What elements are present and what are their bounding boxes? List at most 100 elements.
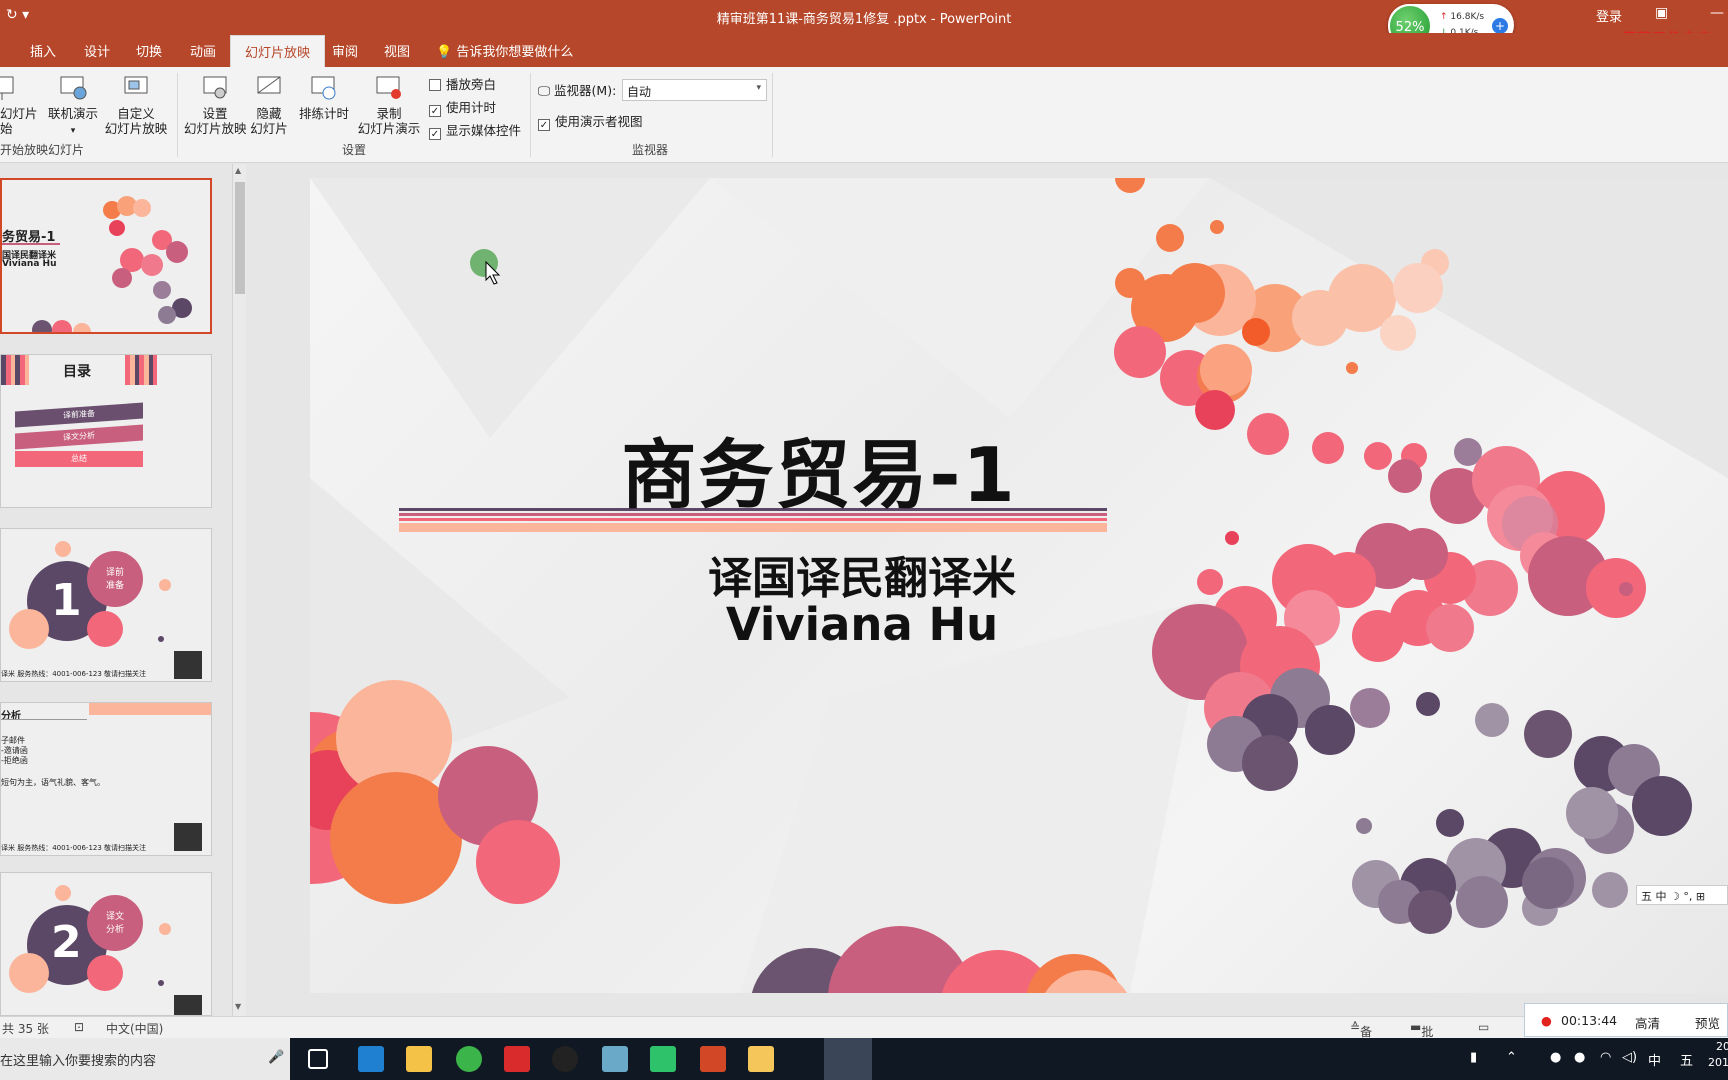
scrollbar-thumb[interactable] [235, 182, 245, 294]
screen-recorder-icon[interactable] [824, 1038, 872, 1080]
scroll-down-icon[interactable]: ▼ [235, 1002, 241, 1011]
slide-subtitle[interactable]: 译国译民翻译米 [310, 542, 1414, 606]
tray-app-icon[interactable]: ● [1574, 1050, 1585, 1065]
tray-language[interactable]: 中 [1648, 1050, 1661, 1069]
status-bar: 共 35 张 ⊡ 中文(中国) ≙ 备注 ▬ 批注 ▭ [0, 1016, 1728, 1056]
group-start-label: 开始放映幻灯片 [0, 143, 85, 157]
slide-thumbnail-3[interactable]: 1 译前 准备 译米 服务热线：4001-006-123 敬请扫描关注 [0, 528, 212, 682]
thumb-2-title: 目录 [63, 364, 91, 380]
clock-bottom[interactable]: 201 [1708, 1056, 1728, 1069]
rehearse-timings-button[interactable]: 排练计时 [296, 73, 352, 121]
hd-button[interactable]: 高清 [1635, 1013, 1660, 1032]
online-present-button[interactable]: 联机演示 ▾ [46, 73, 100, 139]
minimize-icon[interactable]: — [1710, 5, 1724, 21]
slide-title[interactable]: 商务贸易-1 [310, 414, 1328, 523]
normal-view-icon[interactable]: ▭ [1478, 1020, 1489, 1034]
slide-canvas[interactable]: 商务贸易-1 译国译民翻译米 Viviana Hu [310, 178, 1728, 993]
from-beginning-button[interactable]: 幻灯片 始 [0, 73, 38, 136]
setup-slideshow-button[interactable]: 设置 幻灯片放映 [184, 73, 247, 136]
thumbnail-scrollbar[interactable]: ▲ ▼ [232, 164, 246, 1016]
online-present-icon [60, 76, 87, 100]
notes-button[interactable]: ≙ 备注 [1350, 1020, 1372, 1056]
chevron-down-icon: ▾ [756, 83, 761, 93]
language-status[interactable]: 中文(中国) [106, 1020, 163, 1037]
slide-author[interactable]: Viviana Hu [310, 598, 1414, 651]
thumb-2-item: 译前准备 [15, 402, 143, 428]
presenter-view-checkbox[interactable]: ✓ 使用演示者视图 [538, 111, 643, 131]
thumb-3-number: 1 [51, 575, 82, 626]
thumb-5-label: 译文 分析 [105, 912, 124, 935]
thumb-4-line: 短句为主，语气礼貌、客气。 [1, 778, 105, 787]
volume-icon[interactable]: ◁) [1622, 1050, 1637, 1065]
record-slideshow-button[interactable]: 录制 幻灯片演示 [354, 73, 424, 136]
taskbar: 在这里输入你要搜索的内容 🎤 ▮ ⌃ ● ● ◠ ◁) 中 五 20 201 [0, 1038, 1728, 1080]
tell-me-search[interactable]: 💡 告诉我你想要做什么 [436, 41, 573, 60]
hide-slide-button[interactable]: 隐藏 幻灯片 [248, 73, 290, 136]
monitor-label: 🖵 监视器(M): [538, 83, 617, 98]
comments-button[interactable]: ▬ 批注 [1410, 1020, 1433, 1056]
tray-chevron-icon[interactable]: ⌃ [1506, 1050, 1517, 1065]
thumb-3-label: 译前 准备 [105, 568, 124, 591]
custom-slideshow-button[interactable]: 自定义 幻灯片放映 [100, 73, 172, 136]
thumb-2-item: 译文分析 [15, 424, 143, 450]
tray-ime[interactable]: 五 [1680, 1050, 1693, 1069]
ribbon-display-icon[interactable]: ▣ [1655, 5, 1668, 21]
powerpoint-icon[interactable] [700, 1046, 726, 1072]
tab-review[interactable]: 审阅 [332, 41, 358, 60]
setup-slideshow-icon [203, 76, 227, 99]
tab-transitions[interactable]: 切换 [136, 41, 162, 60]
thumb-4-line: -拒绝函 [1, 756, 28, 765]
edge-icon[interactable] [358, 1046, 384, 1072]
notes-app-icon[interactable] [602, 1046, 628, 1072]
hide-slide-icon [257, 76, 281, 94]
slide-thumbnail-2[interactable]: 目录 译前准备 译文分析 总结 [0, 354, 212, 508]
slide-thumbnail-1[interactable]: 务贸易-1 国译民翻译米 Viviana Hu [0, 178, 212, 334]
slide-thumbnail-5[interactable]: 2 译文 分析 [0, 872, 212, 1016]
ime-toolbar[interactable]: 五 中 ☽ °, ⊞ [1636, 885, 1728, 905]
use-timings-checkbox[interactable]: ✓ 使用计时 [429, 97, 496, 117]
tab-design[interactable]: 设计 [84, 41, 110, 60]
tab-insert[interactable]: 插入 [30, 41, 56, 60]
clock-top[interactable]: 20 [1716, 1040, 1728, 1053]
taskbar-search[interactable]: 在这里输入你要搜索的内容 🎤 [0, 1038, 290, 1080]
tab-slideshow[interactable]: 幻灯片放映 [230, 35, 326, 67]
slide-thumbnail-panel[interactable]: 务贸易-1 国译民翻译米 Viviana Hu 目录 译前准备 译文分析 总结 … [0, 164, 250, 1016]
record-dot-icon: ● [1541, 1013, 1552, 1028]
battery-icon[interactable]: ▮ [1470, 1050, 1477, 1065]
network-icon[interactable]: ◠ [1600, 1050, 1611, 1065]
folder-app-icon[interactable] [748, 1046, 774, 1072]
show-media-controls-checkbox[interactable]: ✓ 显示媒体控件 [429, 120, 521, 140]
file-explorer-icon[interactable] [406, 1046, 432, 1072]
play-narrations-checkbox[interactable]: 播放旁白 [429, 74, 496, 93]
tab-animations[interactable]: 动画 [190, 41, 216, 60]
recorder-panel: ● 00:13:44 高清 预览 [1524, 1003, 1728, 1037]
lightbulb-icon: 💡 [436, 45, 453, 60]
wechat-icon[interactable]: ● [1550, 1050, 1561, 1065]
qq-icon[interactable] [552, 1046, 578, 1072]
preview-button[interactable]: 预览 [1695, 1013, 1720, 1032]
rehearse-timings-icon [311, 76, 336, 100]
task-view-icon[interactable] [308, 1049, 328, 1069]
browser-360-icon[interactable] [456, 1046, 482, 1072]
group-monitor-label: 监视器 [632, 143, 669, 157]
scroll-up-icon[interactable]: ▲ [235, 166, 241, 175]
thumb-3-footer: 译米 服务热线：4001-006-123 敬请扫描关注 [1, 670, 147, 678]
monitor-icon: 🖵 [538, 83, 551, 98]
youdao-icon[interactable] [504, 1046, 530, 1072]
login-button[interactable]: 登录 [1596, 6, 1622, 25]
thumb-5-number: 2 [51, 917, 82, 968]
thumb-bubbles-graphic [9, 541, 202, 679]
group-setup-label: 设置 [342, 143, 367, 157]
plus-icon[interactable]: + [1492, 18, 1508, 34]
microphone-icon[interactable]: 🎤 [268, 1050, 284, 1065]
record-icon [376, 76, 401, 99]
thumb-1-author: Viviana Hu [2, 259, 57, 269]
custom-slideshow-icon [124, 76, 148, 94]
thumb-bubbles-graphic [9, 885, 202, 1015]
spellcheck-icon[interactable]: ⊡ [74, 1020, 84, 1034]
tab-view[interactable]: 视图 [384, 41, 410, 60]
video-player-icon[interactable] [650, 1046, 676, 1072]
slide-thumbnail-4[interactable]: 分析 子邮件 -邀请函 -拒绝函 短句为主，语气礼貌、客气。 译米 服务热线：4… [0, 702, 212, 856]
monitor-select[interactable]: 自动 ▾ [622, 79, 767, 101]
qr-code-image [174, 823, 202, 851]
